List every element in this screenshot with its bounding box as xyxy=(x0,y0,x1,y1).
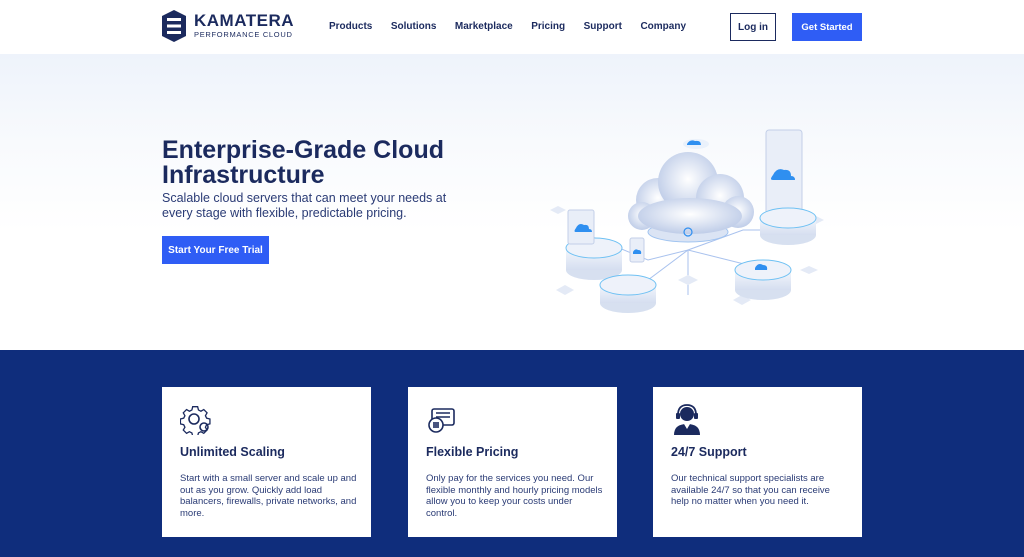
main-nav: Products Solutions Marketplace Pricing S… xyxy=(329,21,705,32)
feature-text: Only pay for the services you need. Our … xyxy=(426,473,603,519)
kamatera-logo-icon xyxy=(162,10,186,42)
feature-card-pricing: Flexible Pricing Only pay for the servic… xyxy=(408,387,617,537)
logo-tagline: PERFORMANCE CLOUD xyxy=(194,30,293,39)
headset-agent-icon xyxy=(674,404,700,435)
feature-title: 24/7 Support xyxy=(671,445,747,459)
nav-item-products[interactable]: Products xyxy=(329,21,372,32)
nav-item-company[interactable]: Company xyxy=(640,21,686,32)
hero-title: Enterprise-Grade Cloud Infrastructure xyxy=(162,136,444,189)
features-section: Unlimited Scaling Start with a small ser… xyxy=(0,350,1024,557)
gear-icon xyxy=(180,406,211,435)
wallet-icon xyxy=(428,408,455,433)
logo-name: KAMATERA xyxy=(194,11,295,30)
nav-item-solutions[interactable]: Solutions xyxy=(391,21,437,32)
feature-card-support: 24/7 Support Our technical support speci… xyxy=(653,387,862,537)
site-header: KAMATERA PERFORMANCE CLOUD Products Solu… xyxy=(0,0,1024,54)
login-button[interactable]: Log in xyxy=(730,13,776,41)
feature-text: Our technical support specialists are av… xyxy=(671,473,830,507)
feature-card-scaling: Unlimited Scaling Start with a small ser… xyxy=(162,387,371,537)
free-trial-button[interactable]: Start Your Free Trial xyxy=(162,236,269,264)
hero-section: Enterprise-Grade Cloud Infrastructure Sc… xyxy=(0,54,1024,350)
nav-item-pricing[interactable]: Pricing xyxy=(531,21,565,32)
feature-text: Start with a small server and scale up a… xyxy=(180,473,357,519)
feature-title: Unlimited Scaling xyxy=(180,445,285,459)
cloud-network-illustration xyxy=(550,129,824,313)
feature-title: Flexible Pricing xyxy=(426,445,519,459)
hero-subtitle: Scalable cloud servers that can meet you… xyxy=(162,191,447,220)
nav-item-marketplace[interactable]: Marketplace xyxy=(455,21,513,32)
nav-item-support[interactable]: Support xyxy=(584,21,622,32)
get-started-button[interactable]: Get Started xyxy=(792,13,862,41)
logo[interactable]: KAMATERA PERFORMANCE CLOUD xyxy=(162,10,294,42)
